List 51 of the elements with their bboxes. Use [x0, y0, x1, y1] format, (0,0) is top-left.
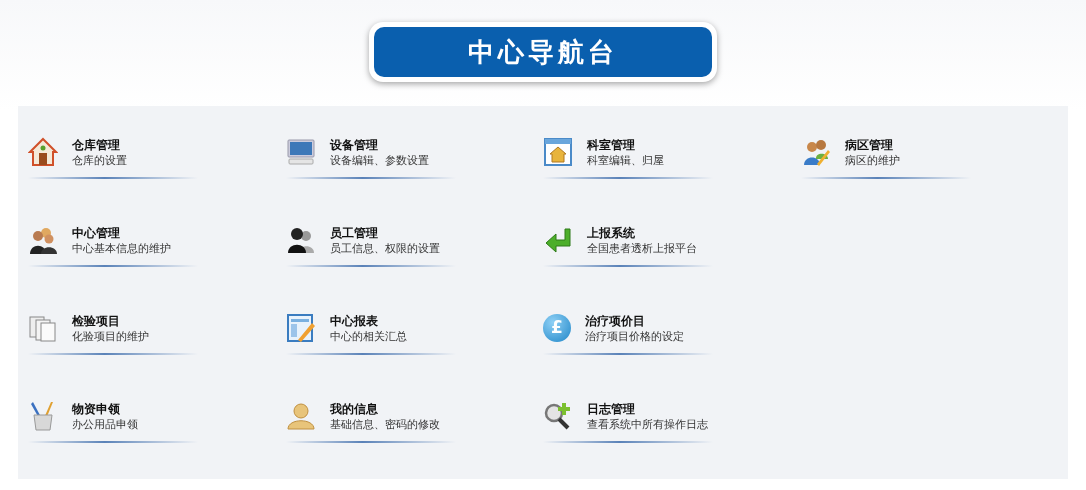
nav-item-subtitle: 科室编辑、归屋: [587, 152, 664, 168]
pound-coin-icon: £: [543, 314, 571, 342]
nav-item[interactable]: £ 治疗项价目 治疗项目价格的设定: [543, 309, 713, 357]
nav-item-subtitle: 治疗项目价格的设定: [585, 328, 684, 344]
nav-item-subtitle: 查看系统中所有操作日志: [587, 416, 708, 432]
nav-item[interactable]: 中心报表 中心的相关汇总: [285, 309, 456, 357]
nav-item[interactable]: 中心管理 中心基本信息的维护: [28, 221, 198, 269]
users-icon: [285, 225, 316, 255]
window-house-icon: [543, 137, 573, 167]
nav-item-subtitle: 中心的相关汇总: [329, 328, 407, 344]
nav-item-title: 设备管理: [329, 136, 379, 153]
nav-item[interactable]: 仓库管理 仓库的设置: [28, 133, 198, 181]
page-title: 中心导航台: [374, 27, 712, 77]
monitor-icon: [285, 137, 316, 167]
house-icon: [28, 137, 58, 167]
people-icon: [28, 225, 58, 255]
nav-item[interactable]: 设备管理 设备编辑、参数设置: [285, 133, 456, 181]
nav-item[interactable]: 物资申领 办公用品申领: [28, 397, 198, 445]
nav-item[interactable]: 员工管理 员工信息、权限的设置: [285, 221, 456, 269]
magnifier-plus-icon: [543, 401, 573, 431]
nav-item-subtitle: 员工信息、权限的设置: [329, 240, 440, 256]
nav-item-subtitle: 化验项目的维护: [72, 328, 149, 344]
nav-item[interactable]: 病区管理 病区的维护: [800, 133, 971, 181]
nav-item-title: 检验项目: [72, 312, 121, 329]
nav-item-subtitle: 全国患者透析上报平台: [587, 240, 697, 256]
return-arrow-icon: [543, 225, 573, 255]
nav-item-title: 中心报表: [329, 312, 379, 329]
nav-item-subtitle: 病区的维护: [844, 152, 900, 168]
pages-icon: [28, 313, 58, 343]
nav-item[interactable]: 检验项目 化验项目的维护: [28, 309, 198, 357]
nav-item-title: 中心管理: [72, 224, 121, 241]
nav-item-subtitle: 仓库的设置: [72, 152, 127, 168]
nav-item-title: 员工管理: [329, 224, 379, 241]
nav-item[interactable]: 日志管理 查看系统中所有操作日志: [543, 397, 713, 445]
nav-item-subtitle: 办公用品申领: [72, 416, 138, 432]
nav-item-title: 日志管理: [587, 400, 636, 417]
person-icon: [285, 401, 316, 431]
nav-item-subtitle: 设备编辑、参数设置: [329, 152, 429, 168]
nav-item[interactable]: 我的信息 基础信息、密码的修改: [285, 397, 456, 445]
report-pencil-icon: [285, 313, 316, 343]
nav-item-subtitle: 中心基本信息的维护: [72, 240, 171, 256]
nav-item-title: 上报系统: [587, 224, 636, 241]
nav-item-title: 病区管理: [844, 136, 894, 153]
nav-item-title: 我的信息: [329, 400, 379, 417]
nav-item[interactable]: 上报系统 全国患者透析上报平台: [543, 221, 713, 269]
nav-item[interactable]: 科室管理 科室编辑、归屋: [543, 133, 713, 181]
nav-item-title: 治疗项价目: [585, 312, 646, 329]
nav-item-title: 仓库管理: [72, 136, 121, 153]
nav-item-subtitle: 基础信息、密码的修改: [329, 416, 440, 432]
nav-item-title: 科室管理: [587, 136, 636, 153]
nav-item-title: 物资申领: [72, 400, 121, 417]
